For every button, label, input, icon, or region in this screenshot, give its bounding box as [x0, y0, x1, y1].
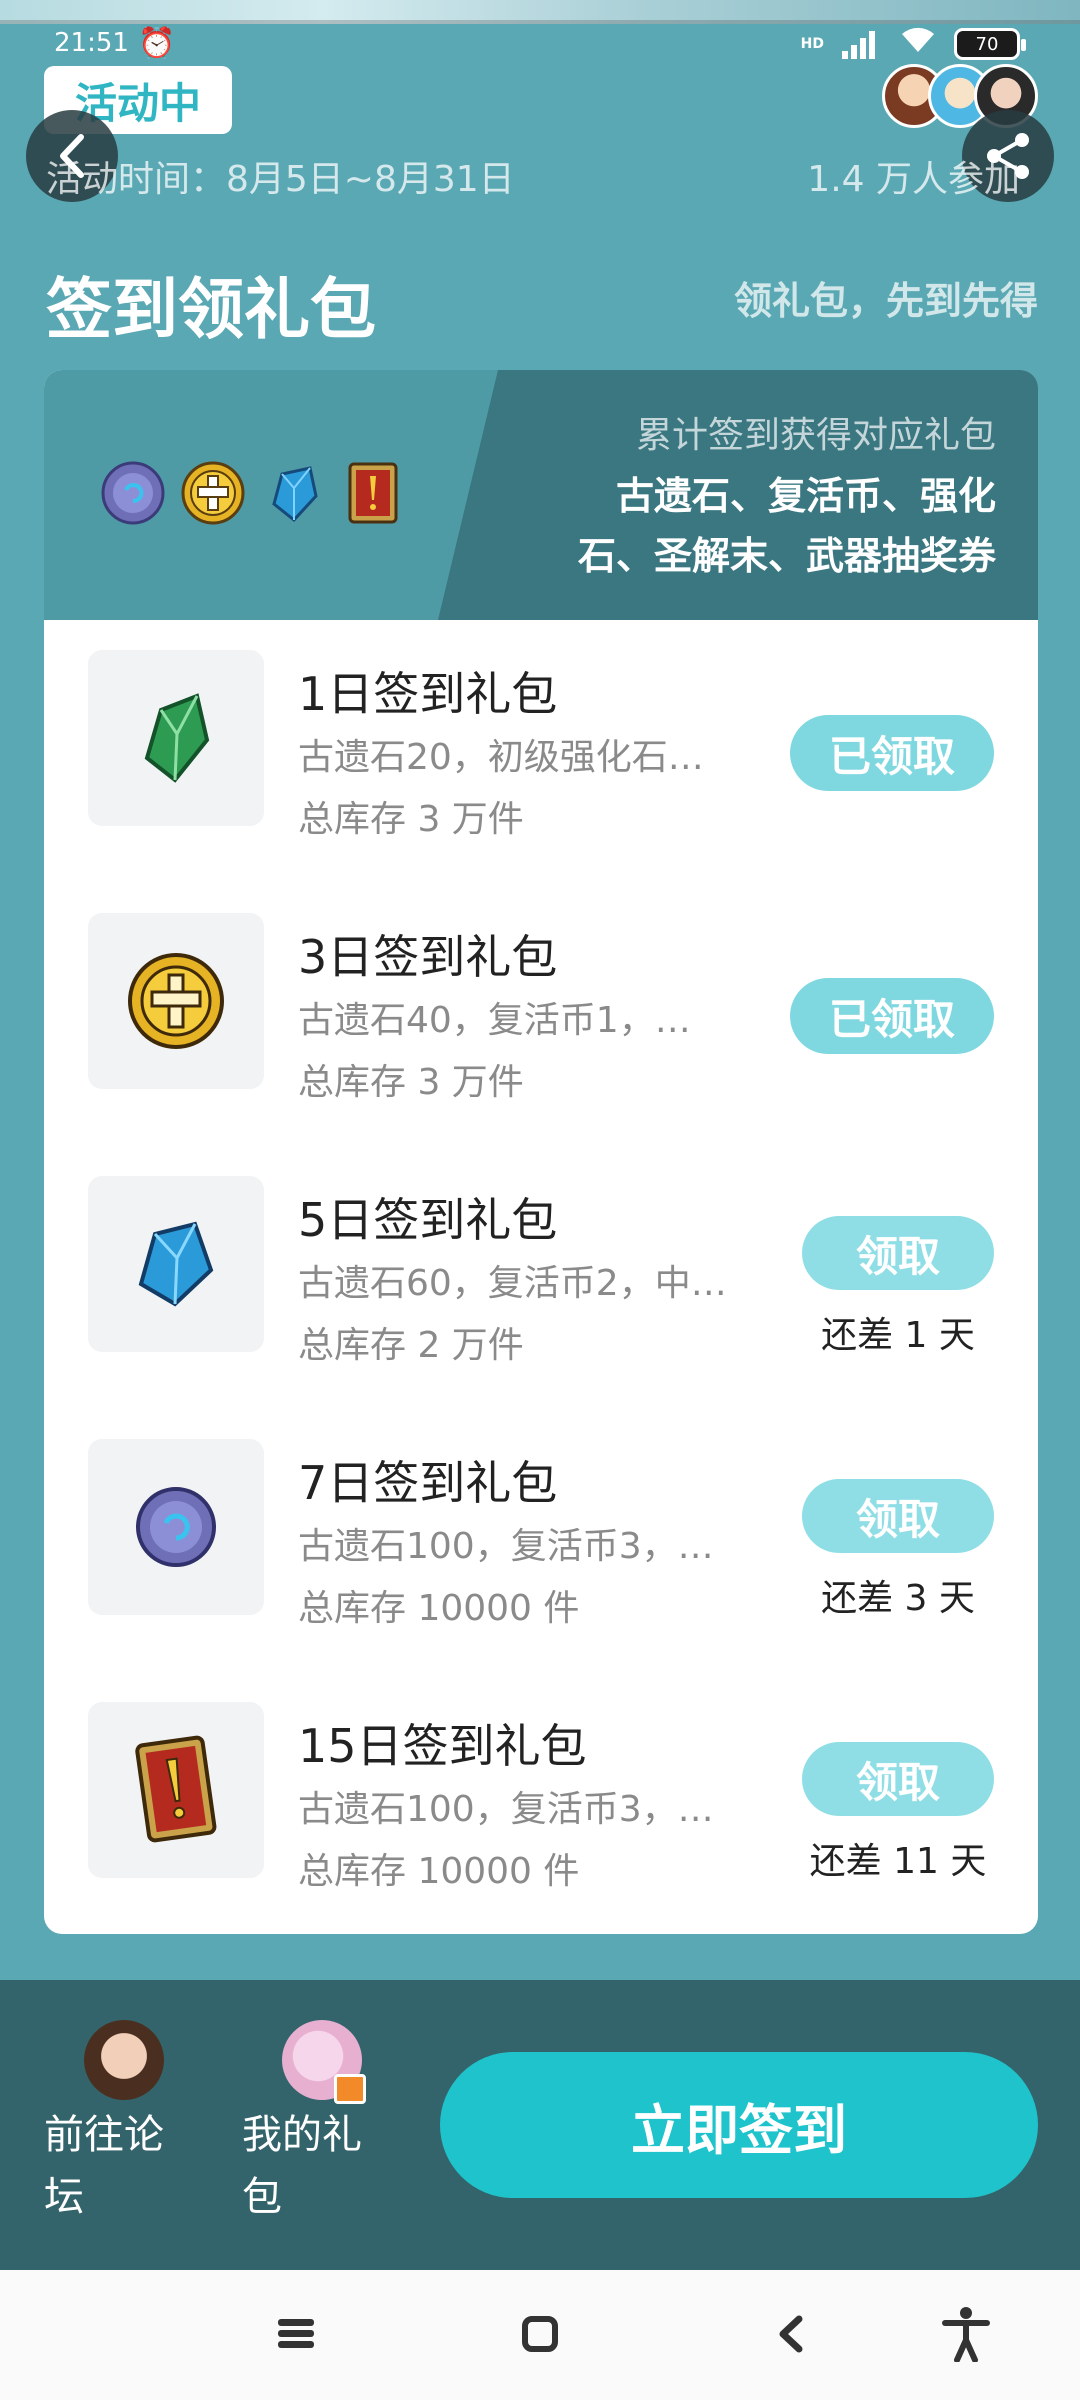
- page-subtitle: 领礼包，先到先得: [733, 279, 1038, 323]
- go-to-forum-button[interactable]: 前往论 坛: [44, 2020, 184, 2228]
- blue-coin-icon: [100, 460, 166, 526]
- participant-count: 1.4 万人参加: [807, 159, 1020, 200]
- battery-icon: 70: [954, 28, 1026, 60]
- accessibility-icon: [942, 2307, 990, 2362]
- status-bar: 21:51 ⏰ HD 70: [0, 24, 1080, 68]
- gift-thumb: [88, 1176, 264, 1352]
- gift-thumb: [88, 1439, 264, 1615]
- back-nav-button[interactable]: [760, 2304, 820, 2364]
- gift-stock: 总库存 2 万件: [298, 1325, 524, 1366]
- hd-label: HD: [800, 36, 824, 52]
- gift-description: 古遗石100，复活币3，…: [298, 1526, 714, 1567]
- gifts-label-line2: 包: [242, 2174, 282, 2220]
- banner-art: [0, 0, 1080, 24]
- reward-icons: [100, 460, 406, 526]
- menu-nav-button[interactable]: [266, 2304, 326, 2364]
- gift-row-3day: 3日签到礼包 古遗石40，复活币1，… 总库存 3 万件 已领取: [44, 883, 1038, 1146]
- forum-label-line1: 前往论: [44, 2112, 164, 2158]
- card-header: 累计签到获得对应礼包 古遗石、复活币、强化 石、圣解末、武器抽奖券: [44, 370, 1038, 620]
- home-square-icon: [522, 2316, 558, 2352]
- gifts-avatar: [282, 2020, 366, 2104]
- gift-title: 3日签到礼包: [298, 930, 558, 984]
- gift-stock: 总库存 10000 件: [298, 1588, 580, 1629]
- forum-avatar: [84, 2020, 164, 2100]
- accessibility-nav-button[interactable]: [936, 2304, 996, 2364]
- gold-cross-coin-icon: [128, 953, 224, 1049]
- gift-box-icon: [334, 2074, 366, 2104]
- gift-title: 15日签到礼包: [298, 1719, 587, 1773]
- days-remaining: 还差 1 天: [821, 1315, 975, 1356]
- status-indicators: HD 70: [800, 26, 1026, 62]
- gift-thumb: [88, 650, 264, 826]
- home-nav-button[interactable]: [510, 2304, 570, 2364]
- gift-description: 古遗石100，复活币3，…: [298, 1789, 714, 1830]
- my-gifts-button[interactable]: 我的礼 包: [242, 2020, 382, 2228]
- check-in-button[interactable]: 立即签到: [440, 2052, 1038, 2198]
- card-header-line3: 石、圣解末、武器抽奖券: [577, 534, 996, 578]
- blue-crystal-icon: [260, 460, 326, 526]
- alarm-icon: ⏰: [138, 26, 176, 61]
- card-header-line2: 古遗石、复活币、强化: [615, 474, 996, 518]
- page-title: 签到领礼包: [46, 271, 376, 348]
- gift-row-7day: 7日签到礼包 古遗石100，复活币3，… 总库存 10000 件 领取 还差 3…: [44, 1409, 1038, 1672]
- card-header-text: 累计签到获得对应礼包 古遗石、复活币、强化 石、圣解末、武器抽奖券: [578, 406, 996, 586]
- green-crystal-icon: [144, 693, 210, 783]
- activity-time: 活动时间：8月5日~8月31日: [46, 159, 515, 200]
- blue-coin-icon: [136, 1487, 216, 1567]
- days-remaining: 还差 11 天: [809, 1841, 987, 1882]
- gift-stock: 总库存 3 万件: [298, 1062, 524, 1103]
- red-card-icon: [135, 1735, 217, 1843]
- gift-list: 1日签到礼包 古遗石20，初级强化石… 总库存 3 万件 已领取 3日签到礼包 …: [44, 620, 1038, 1934]
- claim-button[interactable]: 领取: [802, 1742, 994, 1816]
- gift-card: 累计签到获得对应礼包 古遗石、复活币、强化 石、圣解末、武器抽奖券 1日签到礼包…: [44, 370, 1038, 1934]
- gift-thumb: [88, 1702, 264, 1878]
- red-card-icon: [340, 460, 406, 526]
- claimed-button[interactable]: 已领取: [790, 715, 994, 791]
- gold-cross-coin-icon: [180, 460, 246, 526]
- gifts-label-line1: 我的礼: [242, 2112, 362, 2158]
- gift-title: 1日签到礼包: [298, 667, 558, 721]
- gift-title: 7日签到礼包: [298, 1456, 558, 1510]
- gift-row-15day: 15日签到礼包 古遗石100，复活币3，… 总库存 10000 件 领取 还差 …: [44, 1672, 1038, 1934]
- battery-level: 70: [975, 33, 999, 55]
- wifi-icon: [900, 26, 936, 62]
- gift-row-1day: 1日签到礼包 古遗石20，初级强化石… 总库存 3 万件 已领取: [44, 620, 1038, 883]
- system-nav-bar: [0, 2270, 1080, 2400]
- claimed-button[interactable]: 已领取: [790, 978, 994, 1054]
- days-remaining: 还差 3 天: [821, 1578, 975, 1619]
- gift-row-5day: 5日签到礼包 古遗石60，复活币2，中… 总库存 2 万件 领取 还差 1 天: [44, 1146, 1038, 1409]
- gift-stock: 总库存 10000 件: [298, 1851, 580, 1892]
- gift-description: 古遗石40，复活币1，…: [298, 1000, 691, 1041]
- gift-title: 5日签到礼包: [298, 1193, 558, 1247]
- menu-icon: [278, 2319, 314, 2348]
- card-header-line1: 累计签到获得对应礼包: [635, 415, 996, 456]
- forum-label-line2: 坛: [44, 2174, 84, 2220]
- claim-button[interactable]: 领取: [802, 1216, 994, 1290]
- gift-description: 古遗石20，初级强化石…: [298, 737, 704, 778]
- back-triangle-icon: [779, 2315, 803, 2353]
- gift-thumb: [88, 913, 264, 1089]
- status-time: 21:51: [54, 28, 129, 58]
- gift-stock: 总库存 3 万件: [298, 799, 524, 840]
- claim-button[interactable]: 领取: [802, 1479, 994, 1553]
- blue-crystal-icon: [138, 1221, 214, 1307]
- action-bar: 前往论 坛 我的礼 包 立即签到: [0, 1980, 1080, 2270]
- gift-description: 古遗石60，复活币2，中…: [298, 1263, 727, 1304]
- signal-icon: [842, 29, 882, 59]
